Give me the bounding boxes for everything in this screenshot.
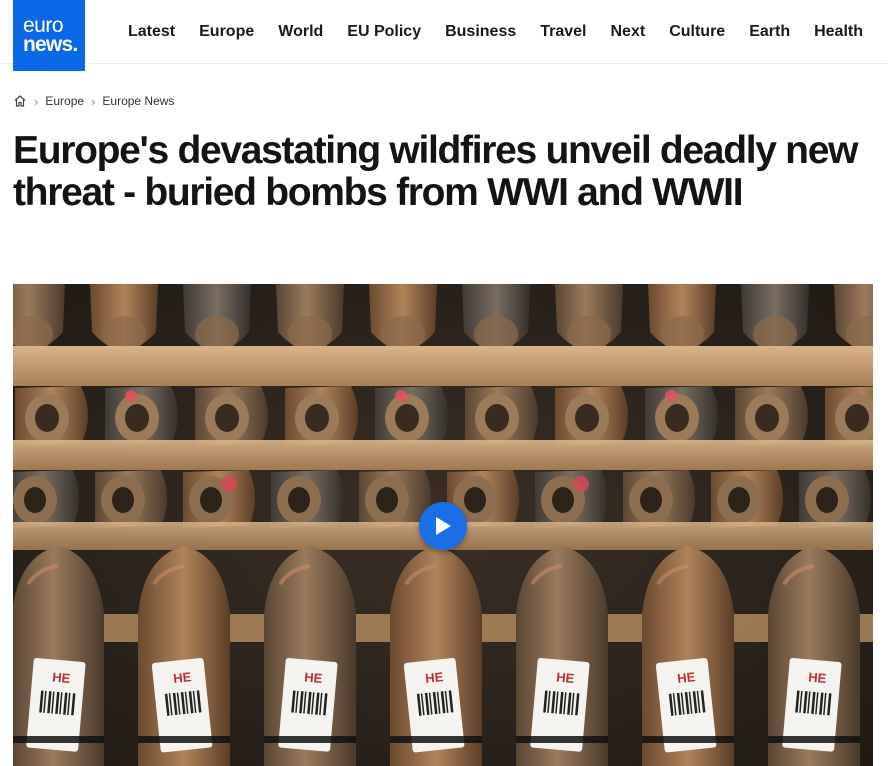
shell (623, 470, 695, 528)
svg-text:HE: HE (676, 669, 696, 686)
svg-text:HE: HE (556, 669, 576, 686)
nav-item-world[interactable]: World (266, 23, 335, 41)
nav-item-latest[interactable]: Latest (116, 23, 187, 41)
breadcrumb-europe-news[interactable]: Europe News (102, 94, 174, 108)
site-header: euro news. Latest Europe World EU Policy… (0, 0, 888, 71)
shell (271, 470, 343, 528)
shell (825, 386, 873, 446)
shell (183, 470, 255, 528)
hero-video[interactable]: HE HE HE HE HE HE HE (13, 284, 873, 766)
shell: HE (768, 546, 860, 766)
shell (13, 470, 79, 528)
breadcrumb-home-link[interactable] (13, 94, 27, 108)
shell: HE (264, 546, 356, 766)
shell (95, 470, 167, 528)
main-nav: Latest Europe World EU Policy Business T… (116, 0, 875, 64)
shell (285, 386, 358, 446)
shell: HE (516, 546, 608, 766)
nav-item-business[interactable]: Business (433, 23, 528, 41)
shell: HE (390, 546, 482, 766)
shell (555, 386, 628, 446)
nav-item-earth[interactable]: Earth (737, 23, 802, 41)
shell: HE (13, 546, 104, 766)
svg-text:HE: HE (172, 669, 192, 686)
nav-item-eu-policy[interactable]: EU Policy (335, 23, 433, 41)
nav-item-travel[interactable]: Travel (528, 23, 598, 41)
breadcrumb-europe[interactable]: Europe (45, 94, 84, 108)
shell (15, 386, 88, 446)
chevron-right-icon: › (91, 93, 96, 109)
svg-text:HE: HE (424, 669, 444, 686)
shell (735, 386, 808, 446)
breadcrumb: › Europe › Europe News (13, 91, 174, 111)
svg-text:HE: HE (52, 669, 72, 686)
shell (711, 470, 783, 528)
shell (645, 386, 718, 446)
play-icon (436, 517, 451, 535)
nav-item-europe[interactable]: Europe (187, 23, 266, 41)
shell (465, 386, 538, 446)
logo-text-bottom: news. (23, 33, 78, 56)
shell (799, 470, 871, 528)
nav-item-next[interactable]: Next (599, 23, 658, 41)
shell (375, 386, 448, 446)
svg-text:HE: HE (304, 669, 324, 686)
shell (195, 386, 268, 446)
euronews-logo[interactable]: euro news. (13, 0, 85, 71)
shell: HE (642, 546, 734, 766)
nav-item-culture[interactable]: Culture (657, 23, 737, 41)
shell (105, 386, 178, 446)
article-title: Europe's devastating wildfires unveil de… (13, 129, 858, 214)
shell: HE (138, 546, 230, 766)
shell (535, 470, 607, 528)
chevron-right-icon: › (34, 93, 39, 109)
nav-item-health[interactable]: Health (802, 23, 875, 41)
home-icon (14, 95, 26, 107)
svg-text:HE: HE (808, 669, 828, 686)
play-button[interactable] (419, 502, 467, 550)
